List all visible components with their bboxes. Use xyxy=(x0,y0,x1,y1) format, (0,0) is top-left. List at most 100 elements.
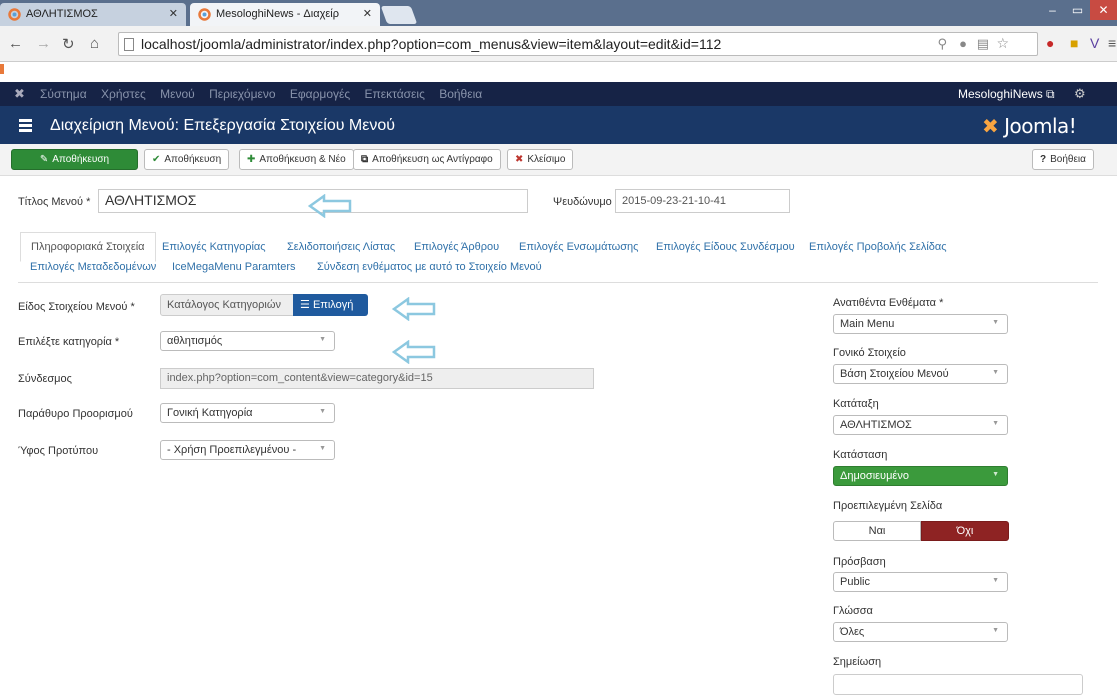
url-input[interactable]: localhost/joomla/administrator/index.php… xyxy=(118,32,1038,56)
status-value: Δημοσιευμένο xyxy=(840,470,909,482)
tab-integration-options[interactable]: Επιλογές Ενσωμάτωσης xyxy=(519,241,638,253)
browser-tab-bar: ΑΘΛΗΤΙΣΜΟΣ ✕ MesologhiNews - Διαχείρ ✕ –… xyxy=(0,0,1117,26)
tab-link-type-options[interactable]: Επιλογές Είδους Συνδέσμου xyxy=(656,241,795,253)
copy-icon: ⧉ xyxy=(361,154,369,165)
tab-category-options[interactable]: Επιλογές Κατηγορίας xyxy=(162,241,266,253)
pin-icon[interactable]: ● xyxy=(959,36,967,51)
chrome-menu-icon[interactable]: ≡ xyxy=(1108,35,1116,51)
external-link-icon: ⧉ xyxy=(1046,87,1055,101)
default-page-yes-button[interactable]: Ναι xyxy=(833,521,921,541)
tab-metadata-options[interactable]: Επιλογές Μεταδεδομένων xyxy=(30,261,156,273)
vpn-extension-icon[interactable]: V xyxy=(1090,35,1099,51)
link-field: index.php?option=com_content&view=catego… xyxy=(160,368,594,389)
tab-article-options[interactable]: Επιλογές Άρθρου xyxy=(414,241,499,253)
arrow-annotation-icon xyxy=(392,340,436,364)
site-link[interactable]: MesologhiNews ⧉ xyxy=(958,87,1055,102)
tab-page-display-options[interactable]: Επιλογές Προβολής Σελίδας xyxy=(809,241,947,253)
chevron-down-icon: ▼ xyxy=(319,408,326,415)
menu-item-system[interactable]: Σύστημα xyxy=(40,87,87,101)
menu-select[interactable]: Main Menu ▼ xyxy=(833,314,1008,334)
extension-icon[interactable]: ■ xyxy=(1070,35,1078,51)
alias-label: Ψευδώνυμο xyxy=(553,196,612,208)
access-select[interactable]: Public ▼ xyxy=(833,572,1008,592)
action-toolbar: ✎ Αποθήκευση ✔ Αποθήκευση ✚ Αποθήκευση & Νέ… xyxy=(0,144,1117,176)
menu-item-help[interactable]: Βοήθεια xyxy=(439,87,482,101)
gear-icon[interactable]: ⚙ xyxy=(1074,86,1086,102)
default-page-no-button[interactable]: Όχι xyxy=(921,521,1009,541)
browser-tab-label: ΑΘΛΗΤΙΣΜΟΣ xyxy=(26,8,98,20)
ordering-value: ΑΘΛΗΤΙΣΜΟΣ xyxy=(840,419,912,431)
ordering-select[interactable]: ΑΘΛΗΤΙΣΜΟΣ ▼ xyxy=(833,415,1008,435)
tab-list-layouts[interactable]: Σελιδοποιήσεις Λίστας xyxy=(287,241,395,253)
bookmark-star-icon[interactable]: ☆ xyxy=(996,35,1009,52)
close-tab-icon[interactable]: ✕ xyxy=(169,7,178,20)
zoom-icon[interactable]: ⚲ xyxy=(937,36,947,52)
save-copy-button[interactable]: ⧉ Αποθήκευση ως Αντίγραφο xyxy=(353,149,501,170)
alias-input[interactable]: 2015-09-23-21-10-41 xyxy=(615,189,790,213)
menu-item-users[interactable]: Χρήστες xyxy=(101,87,146,101)
save-close-button[interactable]: ✔ Αποθήκευση xyxy=(144,149,230,170)
note-input[interactable] xyxy=(833,674,1083,695)
minimize-window-icon[interactable]: – xyxy=(1040,0,1065,20)
save-button[interactable]: ✎ Αποθήκευση xyxy=(11,149,138,170)
select-type-label: Επιλογή xyxy=(312,299,354,311)
menu-item-menus[interactable]: Μενού xyxy=(160,87,195,101)
target-window-select[interactable]: Γονική Κατηγορία ▼ xyxy=(160,403,335,423)
parent-item-label: Γονικό Στοιχείο xyxy=(833,347,906,359)
access-value: Public xyxy=(840,576,870,588)
category-value: αθλητισμός xyxy=(167,335,223,347)
language-select[interactable]: Όλες ▼ xyxy=(833,622,1008,642)
menu-item-components[interactable]: Εφαρμογές xyxy=(290,87,350,101)
forward-icon[interactable]: → xyxy=(36,35,51,52)
translate-icon[interactable]: ▤ xyxy=(977,36,989,52)
save-label: Αποθήκευση xyxy=(52,154,110,165)
edit-icon: ✎ xyxy=(39,154,49,165)
back-icon[interactable]: ← xyxy=(8,35,23,52)
tab-details[interactable]: Πληροφοριακά Στοιχεία xyxy=(20,232,156,262)
ordering-label: Κατάταξη xyxy=(833,398,879,410)
arrow-annotation-icon xyxy=(392,297,436,321)
reload-icon[interactable]: ↻ xyxy=(62,35,75,53)
browser-tab-label: MesologhiNews - Διαχείρ xyxy=(216,8,339,20)
menu-item-extensions[interactable]: Επεκτάσεις xyxy=(365,87,425,101)
browser-tab-athletics[interactable]: ΑΘΛΗΤΙΣΜΟΣ ✕ xyxy=(0,3,186,26)
close-window-icon[interactable]: ✕ xyxy=(1090,0,1117,20)
parent-item-select[interactable]: Βάση Στοιχείου Μενού ▼ xyxy=(833,364,1008,384)
template-style-select[interactable]: - Χρήση Προεπιλεγμένου - ▼ xyxy=(160,440,335,460)
target-window-label: Παράθυρο Προορισμού xyxy=(18,408,133,420)
menu-assignment-label: Ανατιθέντα Ενθέματα * xyxy=(833,297,944,309)
chevron-down-icon: ▼ xyxy=(992,471,999,478)
opera-extension-icon[interactable]: ● xyxy=(1046,35,1054,51)
help-button[interactable]: ? Βοήθεια xyxy=(1032,149,1094,170)
status-label: Κατάσταση xyxy=(833,449,888,461)
close-button[interactable]: ✖ Κλείσιμο xyxy=(507,149,574,170)
tabs-divider xyxy=(18,282,1098,283)
site-name: MesologhiNews xyxy=(958,87,1043,101)
edit-tabs: Πληροφοριακά Στοιχεία Επιλογές Κατηγορία… xyxy=(0,232,1117,262)
maximize-window-icon[interactable]: ▭ xyxy=(1065,0,1090,20)
tab-module-assignment[interactable]: Σύνδεση ενθέματος με αυτό το Στοιχείο Με… xyxy=(317,261,542,273)
new-tab-button[interactable] xyxy=(380,6,418,24)
status-select[interactable]: Δημοσιευμένο ▼ xyxy=(833,466,1008,486)
close-tab-icon[interactable]: ✕ xyxy=(363,7,372,20)
home-icon[interactable]: ⌂ xyxy=(90,35,99,52)
question-icon: ? xyxy=(1040,154,1047,165)
joomla-menu-logo-icon[interactable]: ✖ xyxy=(14,86,25,102)
template-style-label: Ύφος Προτύπου xyxy=(18,445,99,457)
chevron-down-icon: ▼ xyxy=(992,577,999,584)
select-type-button[interactable]: ☰ Επιλογή xyxy=(293,294,368,316)
joomla-corner-mark-icon xyxy=(0,64,4,74)
browser-address-bar: ← → ↻ ⌂ localhost/joomla/administrator/i… xyxy=(0,26,1117,62)
note-label: Σημείωση xyxy=(833,656,882,668)
close-label: Κλείσιμο xyxy=(527,154,566,165)
language-label: Γλώσσα xyxy=(833,605,873,617)
save-new-button[interactable]: ✚ Αποθήκευση & Νέο xyxy=(239,149,354,170)
browser-tab-admin[interactable]: MesologhiNews - Διαχείρ ✕ xyxy=(190,3,380,26)
category-select[interactable]: αθλητισμός ▼ xyxy=(160,331,335,351)
chevron-down-icon: ▼ xyxy=(992,627,999,634)
tab-icemegamenu-params[interactable]: IceMegaMenu Paramters xyxy=(172,261,296,273)
admin-top-navbar: ✖ Σύστημα Χρήστες Μενού Περιεχόμενο Εφαρ… xyxy=(0,82,1117,106)
menu-item-content[interactable]: Περιεχόμενο xyxy=(209,87,275,101)
joomla-favicon-icon xyxy=(198,8,211,21)
target-window-value: Γονική Κατηγορία xyxy=(167,407,253,419)
